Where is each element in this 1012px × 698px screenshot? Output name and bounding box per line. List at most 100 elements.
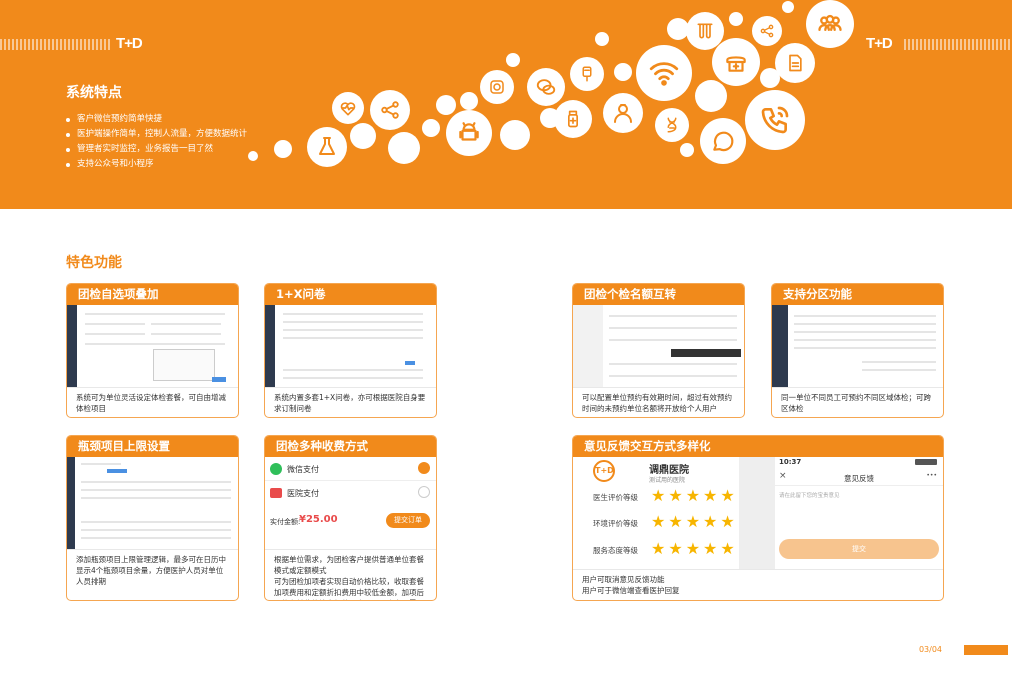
decor-dot — [614, 63, 632, 81]
decor-dot — [388, 132, 420, 164]
admin-row-line — [609, 327, 737, 329]
admin-sidebar — [573, 305, 603, 387]
admin-row-line — [283, 369, 423, 371]
feedback-submit-button[interactable]: 提交 — [779, 539, 939, 559]
feature-card-questionnaire: 1+X问卷 系统内置多套1+X问卷，亦可根据医院自身要求订制问卷 — [264, 283, 437, 418]
feedback-input[interactable]: 请在此留下您的宝贵意见 — [779, 491, 840, 499]
admin-screenshot — [67, 457, 238, 550]
iv-drip-icon — [570, 57, 604, 91]
admin-screenshot — [67, 305, 238, 388]
radio-selected-icon[interactable] — [418, 462, 430, 474]
decor-dot — [595, 32, 609, 46]
hospital-pay-icon — [270, 488, 282, 498]
amount-value: ¥25.00 — [299, 514, 338, 525]
header-banner: T+D T+D 系统特点 客户微信预约简单快捷 医护端操作简单，控制人流量，方便… — [0, 0, 1012, 209]
admin-row-line — [81, 529, 231, 531]
feature-card-title: 支持分区功能 — [772, 284, 943, 305]
admin-row-line — [609, 375, 737, 377]
admin-sidebar — [772, 305, 788, 387]
decor-dot — [729, 12, 743, 26]
decorative-stripe-right — [904, 39, 1012, 50]
submit-order-button[interactable]: 提交订单 — [386, 513, 430, 528]
admin-row-line — [794, 339, 936, 341]
decor-dot — [350, 123, 376, 149]
divider — [775, 485, 943, 486]
admin-row-line — [151, 323, 221, 325]
rating-label: 环境评价等级 — [593, 519, 638, 528]
rating-panel: T+D 调鼎医院 测试用的医院 医生评价等级 ★★★★★ 环境评价等级 ★★★★… — [583, 458, 743, 568]
admin-screenshot — [772, 305, 943, 388]
system-features-title: 系统特点 — [66, 85, 122, 101]
star-rating[interactable]: ★★★★★ — [651, 486, 738, 505]
feature-card-desc: 系统内置多套1+X问卷，亦可根据医院自身要求订制问卷 — [274, 393, 426, 413]
admin-tab — [107, 469, 127, 473]
feature-card-desc-line: 可为团检加项者实现自动价格比较，收取套餐加项费用和定额折扣费用中较低金额，加项后… — [274, 577, 424, 600]
admin-row-line — [85, 333, 145, 335]
decor-dot — [436, 95, 456, 115]
star-rating[interactable]: ★★★★★ — [651, 539, 738, 558]
share-icon — [370, 90, 410, 130]
admin-row-line — [862, 361, 936, 363]
admin-sidebar — [67, 457, 75, 549]
feature-card-desc: 可以配置单位预约有效期时间，超过有效预约时间的未预约单位名额将开放给个人用户 — [582, 393, 732, 413]
feature-card-desc: 系统可为单位灵活设定体检套餐，可自由增减体检项目 — [76, 393, 226, 413]
admin-popup — [153, 349, 215, 381]
feedback-screenshot: T+D 调鼎医院 测试用的医院 医生评价等级 ★★★★★ 环境评价等级 ★★★★… — [573, 457, 943, 570]
section-title: 特色功能 — [66, 255, 122, 271]
decor-dot — [695, 80, 727, 112]
amount-label: 实付金额: — [270, 518, 301, 526]
decor-dot — [782, 1, 794, 13]
admin-row-line — [862, 369, 936, 371]
radio-unselected-icon[interactable] — [418, 486, 430, 498]
admin-row-line — [85, 323, 145, 325]
brand-logo-left: T+D — [116, 35, 143, 52]
admin-row-line — [85, 343, 225, 345]
admin-screenshot — [265, 305, 436, 388]
system-feature-item: 客户微信预约简单快捷 — [66, 112, 247, 127]
admin-row-line — [81, 537, 231, 539]
brand-logo-right: T+D — [866, 35, 893, 52]
hospital-subtitle: 测试用的医院 — [649, 477, 686, 484]
admin-row-line — [609, 363, 737, 365]
admin-row-line — [81, 521, 231, 523]
admin-row-line — [609, 339, 737, 341]
payment-option-label: 医院支付 — [287, 489, 319, 498]
feature-card-zone: 支持分区功能 同一单位不同员工可预约不同区域体检；可跨区体检 — [771, 283, 944, 418]
decorative-stripe-left — [0, 39, 112, 50]
medical-phone-icon — [712, 38, 760, 86]
admin-row-line — [283, 337, 423, 339]
admin-row-line — [283, 313, 423, 315]
document-icon — [775, 43, 815, 83]
decor-dot — [422, 119, 440, 137]
decor-dot — [500, 120, 530, 150]
android-icon — [446, 110, 492, 156]
decor-dot — [460, 92, 478, 110]
decor-dot — [680, 143, 694, 157]
panel-gap — [739, 457, 775, 569]
decor-dot — [248, 151, 258, 161]
page-number: 03/04 — [918, 645, 942, 654]
admin-row-line — [794, 323, 936, 325]
feature-card-title: 瓶颈项目上限设置 — [67, 436, 238, 457]
group-users-icon — [806, 0, 854, 48]
feature-card-desc: 用户可取消意见反馈功能 用户可于微信端查看医护回复 — [573, 570, 943, 600]
feature-card-title: 意见反馈交互方式多样化 — [573, 436, 943, 457]
more-icon[interactable]: ••• — [926, 472, 937, 479]
admin-row-line — [794, 347, 936, 349]
phone-page-title: 意见反馈 — [844, 474, 874, 483]
feature-card-title: 团检个检名额互转 — [573, 284, 744, 305]
feature-card-desc-line: 用户可于微信端查看医护回复 — [582, 586, 680, 595]
admin-row-line — [794, 315, 936, 317]
admin-row-line — [81, 481, 231, 483]
star-rating[interactable]: ★★★★★ — [651, 512, 738, 531]
feature-card-payment-methods: 团检多种收费方式 微信支付 医院支付 实付金额: ¥25.00 提交订单 根据单… — [264, 435, 437, 601]
feature-card-desc-line: 用户可取消意见反馈功能 — [582, 575, 665, 584]
admin-row-line — [81, 497, 231, 499]
admin-row-line — [794, 331, 936, 333]
feature-card-self-select-items: 团检自选项叠加 系统可为单位灵活设定体检套餐，可自由增减体检项目 — [66, 283, 239, 418]
share-icon — [752, 16, 782, 46]
hospital-name: 调鼎医院 — [649, 465, 689, 476]
admin-screenshot — [573, 305, 744, 388]
dna-icon — [655, 108, 689, 142]
rating-label: 服务态度等级 — [593, 546, 638, 555]
